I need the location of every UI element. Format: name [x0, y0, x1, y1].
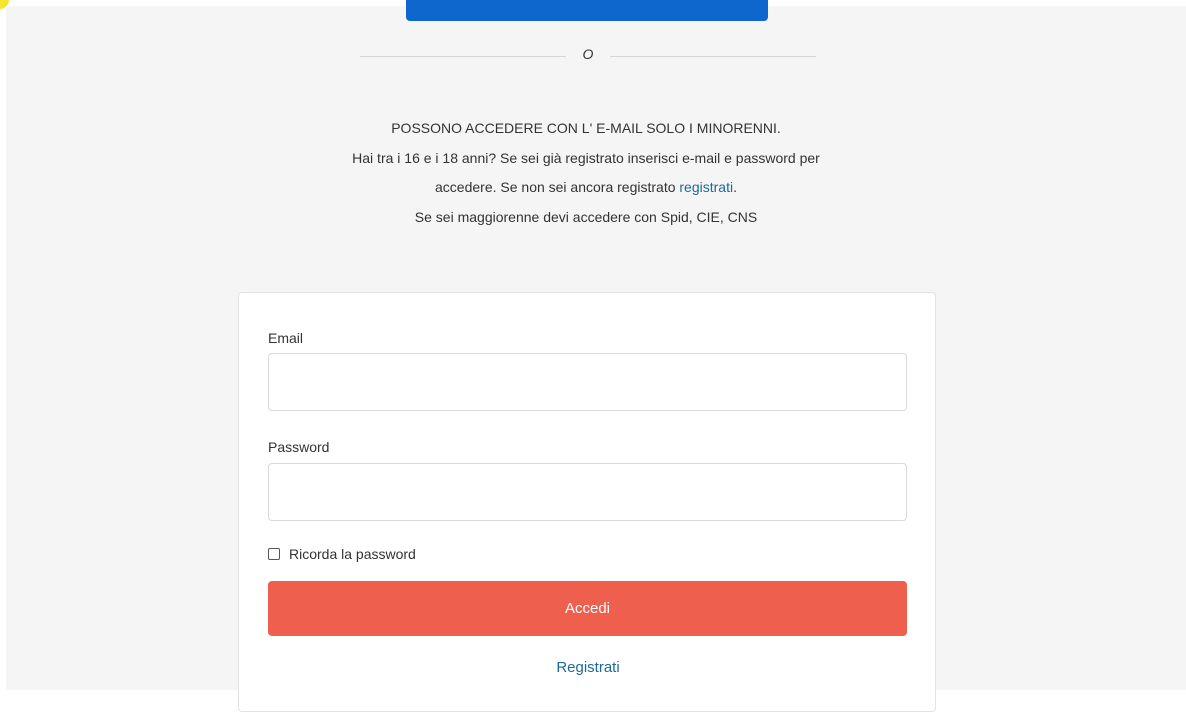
login-button-top[interactable]: [406, 0, 768, 21]
notice-line-4: Se sei maggiorenne devi accedere con Spi…: [414, 208, 758, 225]
register-inline-link[interactable]: registrati: [679, 179, 733, 195]
password-label: Password: [268, 439, 330, 455]
notice-line-2: Hai tra i 16 e i 18 anni? Se sei già reg…: [352, 149, 820, 166]
notice-line-3: accedere. Se non sei ancora registrato r…: [236, 173, 936, 203]
login-notice: POSSONO ACCEDERE CON L' E-MAIL SOLO I MI…: [236, 114, 936, 232]
divider-left: [360, 56, 566, 57]
email-label: Email: [268, 330, 304, 346]
separator-label: O: [582, 46, 594, 62]
password-field[interactable]: [268, 463, 907, 521]
remember-password-row[interactable]: Ricorda la password: [268, 546, 416, 562]
login-form-card: Email Password Ricorda la password Acced…: [238, 292, 936, 712]
register-link[interactable]: Registrati: [239, 659, 937, 676]
notice-line-3-end: .: [733, 179, 737, 195]
notice-heading: POSSONO ACCEDERE CON L' E-MAIL SOLO I MI…: [391, 120, 781, 136]
login-submit-button[interactable]: Accedi: [268, 581, 907, 636]
email-field[interactable]: [268, 353, 907, 411]
notice-line-3-text: accedere. Se non sei ancora registrato: [435, 179, 680, 195]
divider-right: [610, 56, 816, 57]
remember-password-checkbox[interactable]: [268, 548, 280, 560]
login-page: O POSSONO ACCEDERE CON L' E-MAIL SOLO I …: [6, 0, 1186, 712]
remember-password-label: Ricorda la password: [289, 546, 416, 562]
